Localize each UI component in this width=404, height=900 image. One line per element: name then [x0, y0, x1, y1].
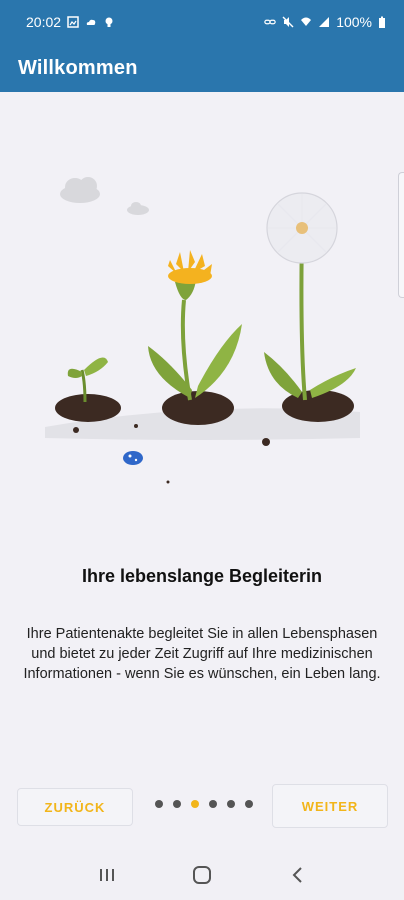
link-icon: [264, 19, 276, 25]
onboarding-headline: Ihre lebenslange Begleiterin: [81, 566, 323, 586]
back-button[interactable]: ZURÜCK: [17, 788, 133, 826]
dandelion-seedhead: [266, 192, 338, 264]
battery-percent: 100%: [336, 14, 372, 30]
lightbulb-icon: [105, 17, 113, 27]
status-right: 100%: [264, 14, 386, 30]
page-indicator: [155, 800, 253, 808]
cloud-large: [60, 177, 100, 203]
battery-icon: [379, 16, 385, 28]
page-dot[interactable]: [245, 800, 253, 808]
mute-icon: [282, 16, 294, 28]
onboarding-navigation: ZURÜCK WEITER: [0, 784, 404, 830]
status-left: 20:02: [26, 14, 115, 30]
page-dot[interactable]: [227, 800, 235, 808]
wifi-icon: [301, 17, 312, 26]
status-time: 20:02: [26, 14, 62, 30]
cloud-icon: [86, 19, 96, 25]
home-icon[interactable]: [190, 863, 214, 887]
yellow-flower: [168, 250, 212, 284]
onboarding-content[interactable]: Ihre lebenslange Begleiterin Ihre Patien…: [0, 92, 404, 850]
side-panel-handle[interactable]: [398, 172, 404, 298]
cloud-small: [127, 202, 149, 215]
app-bar: Willkommen: [0, 44, 404, 92]
page-dot[interactable]: [209, 800, 217, 808]
page-title: Willkommen: [18, 56, 138, 79]
blue-ladybug: [123, 451, 143, 465]
dandelion-illustration: [45, 177, 360, 484]
back-icon[interactable]: [285, 863, 309, 887]
page-dot[interactable]: [173, 800, 181, 808]
onboarding-description: Ihre Patientenakte begleitet Sie in alle…: [23, 626, 381, 682]
gallery-icon: [67, 16, 79, 28]
system-navigation-bar: [0, 850, 404, 900]
signal-icon: [319, 17, 330, 27]
page-dot[interactable]: [155, 800, 163, 808]
next-button[interactable]: WEITER: [272, 784, 388, 828]
recent-apps-icon[interactable]: [95, 863, 119, 887]
page-dot-active[interactable]: [191, 800, 199, 808]
status-bar: 20:02 100%: [0, 0, 404, 44]
